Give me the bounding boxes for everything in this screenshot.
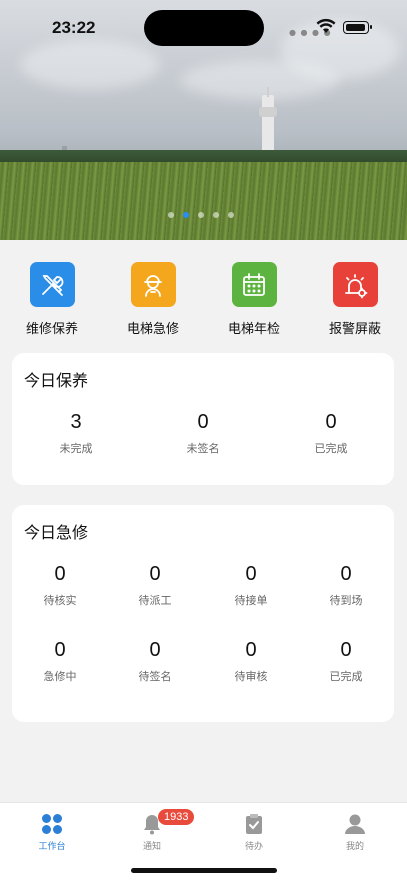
home-indicator xyxy=(131,868,277,873)
stat-label: 已完成 xyxy=(329,670,363,683)
card-title: 今日保养 xyxy=(24,371,89,390)
banner-grass xyxy=(0,162,407,240)
person-icon xyxy=(315,811,395,837)
tab-label: 通知 xyxy=(142,842,161,852)
battery-icon xyxy=(343,21,372,34)
stat-value: 0 xyxy=(149,563,161,585)
stat-label: 未签名 xyxy=(186,442,220,455)
stat-label: 待接单 xyxy=(234,594,268,607)
quick-action-alarm-shield[interactable]: 报警屏蔽 xyxy=(315,262,395,337)
tab-label: 我的 xyxy=(345,842,364,852)
repair-stat-to-sign[interactable]: 0 待签名 xyxy=(107,639,203,684)
quick-action-label: 报警屏蔽 xyxy=(328,322,381,337)
maintenance-stat-completed[interactable]: 0 已完成 xyxy=(283,411,379,456)
stat-value: 0 xyxy=(197,411,209,433)
tab-todo[interactable]: 待办 xyxy=(214,811,294,852)
card-title: 今日急修 xyxy=(24,523,89,542)
stat-label: 待审核 xyxy=(234,670,268,683)
carousel-dot-active[interactable] xyxy=(183,212,189,218)
repair-stat-to-arrive[interactable]: 0 待到场 xyxy=(298,563,394,608)
quick-action-label: 电梯急修 xyxy=(126,322,179,337)
clipboard-check-icon xyxy=(214,811,294,837)
stat-label: 待签名 xyxy=(138,670,172,683)
stat-value: 3 xyxy=(70,411,82,433)
quick-action-maintenance[interactable]: 维修保养 xyxy=(12,262,92,337)
quick-action-label: 电梯年检 xyxy=(227,322,280,337)
status-time: 23:22 xyxy=(52,18,96,37)
quick-action-label: 维修保养 xyxy=(25,322,78,337)
clover-icon xyxy=(12,811,92,837)
calendar-icon xyxy=(231,262,277,307)
wifi-icon xyxy=(316,18,336,33)
carousel-dot[interactable] xyxy=(198,212,204,218)
worker-icon xyxy=(130,262,176,307)
maintenance-stat-incomplete[interactable]: 3 未完成 xyxy=(28,411,124,456)
carousel-dots xyxy=(168,212,234,218)
today-repair-card[interactable]: 今日急修 0 待核实 0 待派工 0 待接单 0 待到场 0 急修中 0 待签名… xyxy=(12,505,394,722)
stat-label: 未完成 xyxy=(59,442,93,455)
stat-value: 0 xyxy=(245,639,257,661)
quick-action-emergency-repair[interactable]: 电梯急修 xyxy=(113,262,193,337)
wrench-screwdriver-icon xyxy=(29,262,75,307)
notification-badge: 1933 xyxy=(158,809,195,825)
stat-value: 0 xyxy=(325,411,337,433)
stat-label: 急修中 xyxy=(43,670,77,683)
alarm-gear-icon xyxy=(332,262,378,307)
tab-label: 工作台 xyxy=(38,842,66,852)
today-maintenance-card[interactable]: 今日保养 3 未完成 0 未签名 0 已完成 xyxy=(12,353,394,485)
maintenance-stat-unsigned[interactable]: 0 未签名 xyxy=(155,411,251,456)
stat-value: 0 xyxy=(340,639,352,661)
stat-value: 0 xyxy=(54,639,66,661)
banner-tower xyxy=(259,87,277,157)
stat-label: 已完成 xyxy=(314,442,348,455)
quick-actions: 维修保养 电梯急修 电梯年检 报警屏蔽 xyxy=(0,262,407,342)
stat-value: 0 xyxy=(54,563,66,585)
repair-stat-in-progress[interactable]: 0 急修中 xyxy=(12,639,108,684)
stat-value: 0 xyxy=(340,563,352,585)
repair-stat-to-review[interactable]: 0 待审核 xyxy=(203,639,299,684)
repair-stat-to-accept[interactable]: 0 待接单 xyxy=(203,563,299,608)
stat-label: 待派工 xyxy=(138,594,172,607)
carousel-dot[interactable] xyxy=(168,212,174,218)
dynamic-island xyxy=(144,10,264,46)
tab-label: 待办 xyxy=(244,842,263,852)
carousel-dot[interactable] xyxy=(228,212,234,218)
status-bar: 23:22 ● ● ● ● xyxy=(0,0,407,54)
repair-stat-to-verify[interactable]: 0 待核实 xyxy=(12,563,108,608)
quick-action-annual-inspection[interactable]: 电梯年检 xyxy=(214,262,294,337)
stat-label: 待到场 xyxy=(329,594,363,607)
stat-label: 待核实 xyxy=(43,594,77,607)
tab-workbench[interactable]: 工作台 xyxy=(12,811,92,852)
repair-stat-completed[interactable]: 0 已完成 xyxy=(298,639,394,684)
tab-profile[interactable]: 我的 xyxy=(315,811,395,852)
carousel-dot[interactable] xyxy=(213,212,219,218)
stat-value: 0 xyxy=(149,639,161,661)
stat-value: 0 xyxy=(245,563,257,585)
repair-stat-to-dispatch[interactable]: 0 待派工 xyxy=(107,563,203,608)
